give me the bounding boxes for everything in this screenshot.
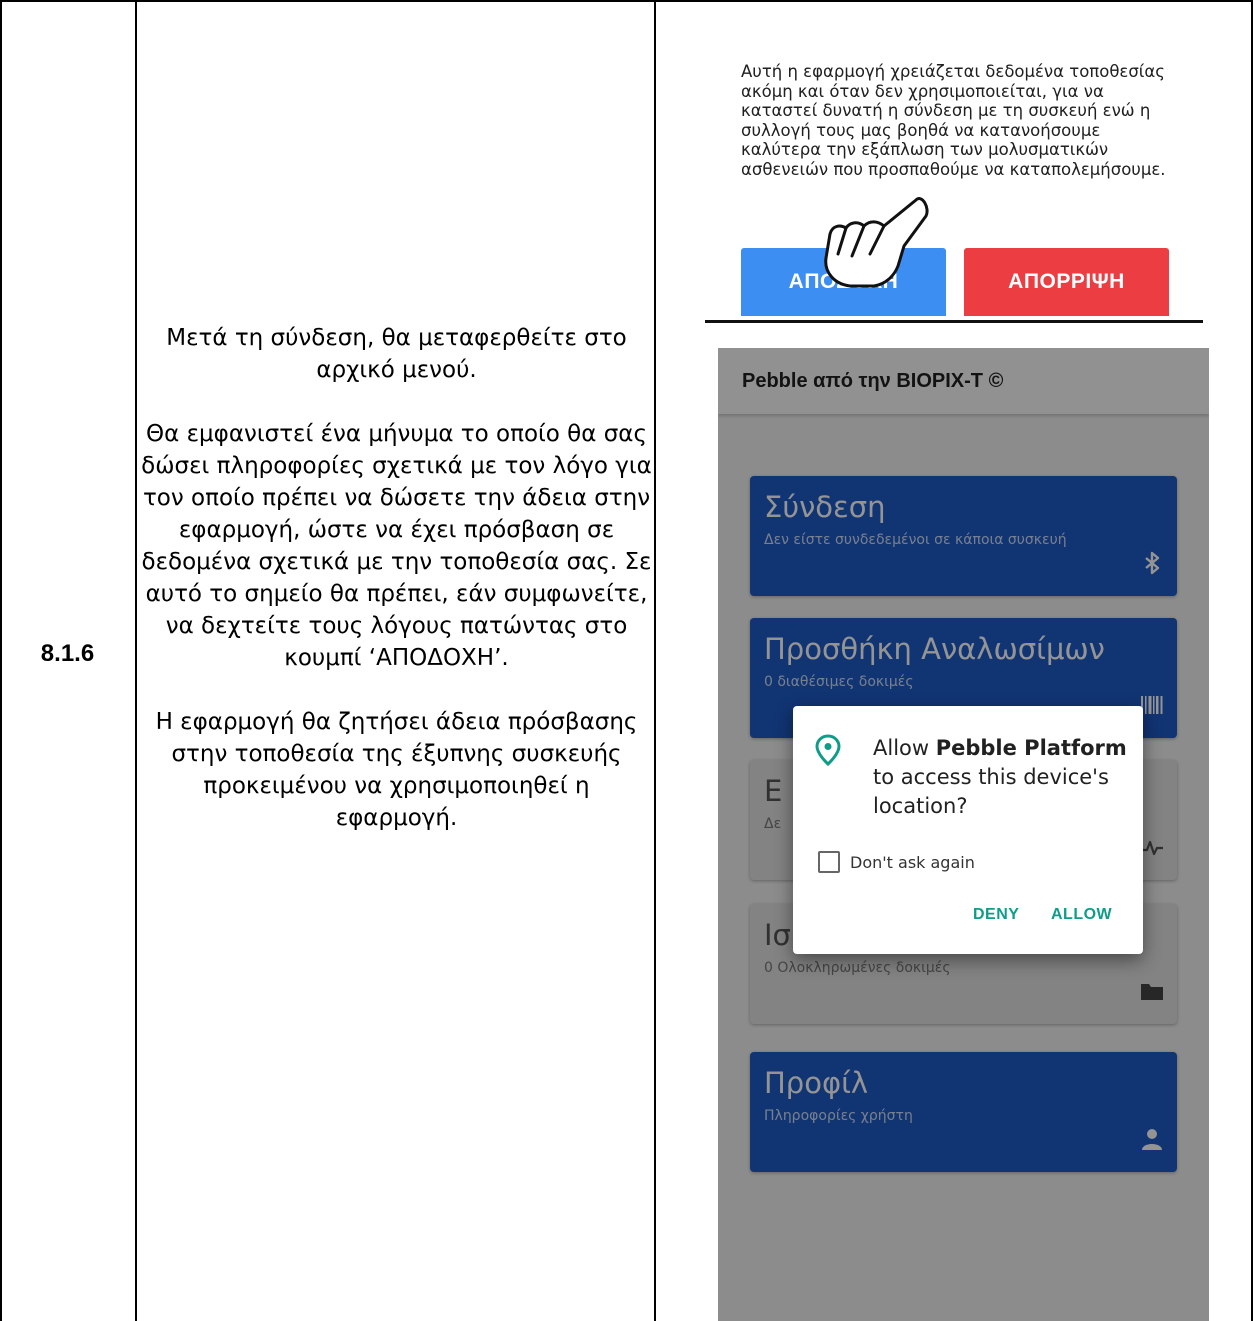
reject-button[interactable]: ΑΠΟΡΡΙΨΗ <box>964 248 1169 316</box>
location-permission-dialog: Allow Pebble Platform to access this dev… <box>793 706 1143 954</box>
description-paragraph: Θα εμφανιστεί ένα μήνυμα το οποίο θα σας… <box>141 421 652 671</box>
step-number: 8.1.6 <box>40 640 95 667</box>
description-paragraph: Η εφαρμογή θα ζητήσει άδεια πρόσβασης στ… <box>155 709 638 831</box>
phone-screenshot: Pebble από την BIOPIX-T © Σύνδεση Δεν εί… <box>718 348 1209 1321</box>
permission-message-text: to access this device's location? <box>873 765 1109 818</box>
description-paragraph: Μετά τη σύνδεση, θα μεταφερθείτε στο αρχ… <box>166 325 627 383</box>
dont-ask-again-row[interactable]: Don't ask again <box>818 851 975 873</box>
permission-app-name: Pebble Platform <box>935 736 1127 760</box>
location-pin-icon <box>815 734 841 766</box>
table-column-divider-1 <box>135 0 137 1321</box>
permission-message: Allow Pebble Platform to access this dev… <box>873 734 1133 821</box>
allow-button[interactable]: ALLOW <box>1051 906 1112 924</box>
document-page: 8.1.6 Μετά τη σύνδεση, θα μεταφερθείτε σ… <box>0 0 1253 1321</box>
table-column-divider-2 <box>654 0 656 1321</box>
pointing-hand-icon <box>824 197 929 288</box>
dont-ask-again-label: Don't ask again <box>850 852 975 872</box>
consent-message: Αυτή η εφαρμογή χρειάζεται δεδομένα τοπο… <box>741 62 1166 179</box>
deny-button[interactable]: DENY <box>973 906 1019 924</box>
screenshot-separator <box>705 320 1203 323</box>
step-description: Μετά τη σύνδεση, θα μεταφερθείτε στο αρχ… <box>140 322 653 866</box>
permission-message-text: Allow <box>873 736 936 760</box>
dont-ask-again-checkbox[interactable] <box>818 851 840 873</box>
table-top-border <box>0 0 1253 2</box>
